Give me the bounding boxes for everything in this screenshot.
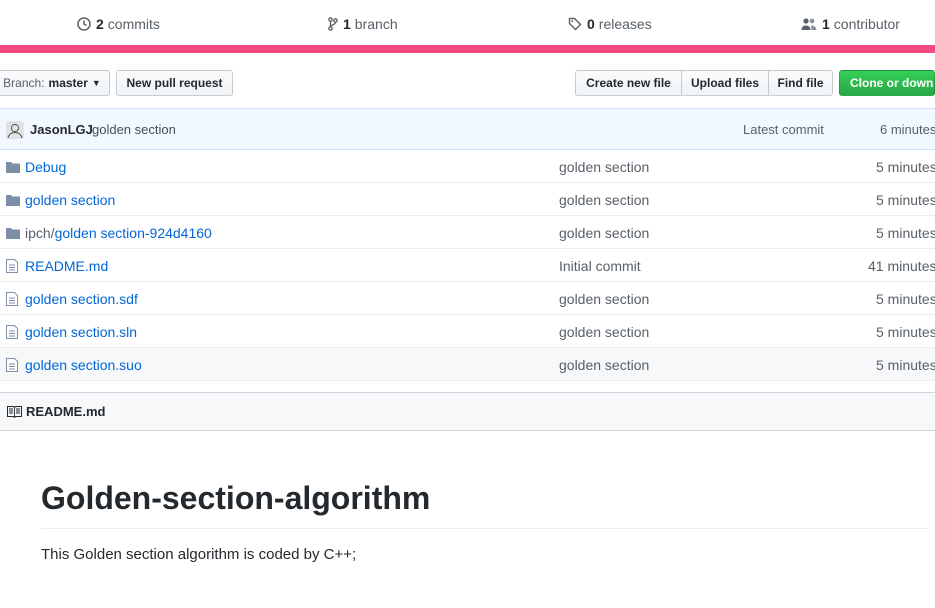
folder-icon — [6, 193, 20, 209]
file-age: 5 minutes ago — [876, 159, 935, 175]
table-row: golden section.suo golden section 5 minu… — [0, 348, 935, 381]
find-file-button[interactable]: Find file — [768, 70, 833, 96]
file-icon — [6, 292, 18, 309]
file-name-link[interactable]: golden section — [25, 192, 115, 208]
file-name-link[interactable]: ipch/golden section-924d4160 — [25, 225, 212, 241]
clone-download-button[interactable]: Clone or download — [839, 70, 935, 96]
readme-header: README.md — [0, 392, 935, 431]
file-name-link[interactable]: Debug — [25, 159, 66, 175]
language-bar — [0, 45, 935, 53]
releases-link[interactable]: 0 releases — [568, 16, 652, 32]
commits-label: commits — [107, 16, 160, 32]
contributors-link[interactable]: 1 contributor — [801, 16, 900, 32]
book-icon — [7, 405, 22, 421]
file-commit-message[interactable]: Initial commit — [559, 258, 641, 274]
commit-author[interactable]: JasonLGJ — [30, 122, 93, 137]
file-age: 5 minutes ago — [876, 291, 935, 307]
avatar[interactable] — [6, 121, 24, 139]
file-age: 5 minutes ago — [876, 192, 935, 208]
commit-age: 6 minutes ago — [880, 122, 935, 137]
branch-select-value: master — [48, 76, 88, 90]
upload-files-button[interactable]: Upload files — [681, 70, 769, 96]
file-age: 5 minutes ago — [876, 357, 935, 373]
branches-label: branch — [354, 16, 398, 32]
releases-label: releases — [598, 16, 652, 32]
contributors-count: 1 — [822, 16, 830, 32]
releases-count: 0 — [587, 16, 595, 32]
caret-down-icon: ▼ — [91, 78, 101, 88]
file-icon — [6, 358, 18, 375]
folder-icon — [6, 226, 20, 242]
file-name-link[interactable]: golden section.sln — [25, 324, 137, 340]
tag-icon — [568, 17, 582, 31]
file-name-link[interactable]: golden section.sdf — [25, 291, 138, 307]
history-icon — [77, 17, 91, 31]
latest-commit-label[interactable]: Latest commit — [743, 122, 824, 137]
repo-summary: 2 commits 1 branch 0 releases 1 contribu… — [0, 0, 935, 45]
file-age: 41 minutes ago — [868, 258, 935, 274]
branches-link[interactable]: 1 branch — [328, 16, 398, 32]
readme-title: README.md — [26, 404, 106, 419]
table-row: README.md Initial commit 41 minutes ago — [0, 249, 935, 282]
latest-commit-bar: JasonLGJ golden section Latest commit 6 … — [0, 108, 935, 150]
file-commit-message[interactable]: golden section — [559, 324, 649, 340]
branch-select-button[interactable]: Branch: master ▼ — [0, 70, 110, 96]
contributors-label: contributor — [833, 16, 900, 32]
file-commit-message[interactable]: golden section — [559, 192, 649, 208]
readme-paragraph: This Golden section algorithm is coded b… — [41, 546, 357, 563]
branches-count: 1 — [343, 16, 351, 32]
file-icon — [6, 325, 18, 342]
file-list: Debug golden section 5 minutes ago golde… — [0, 150, 935, 381]
file-icon — [6, 259, 18, 276]
people-icon — [801, 18, 817, 30]
commits-link[interactable]: 2 commits — [77, 16, 160, 32]
readme-heading: Golden-section-algorithm — [41, 478, 928, 529]
branch-icon — [328, 17, 338, 31]
table-row: ipch/golden section-924d4160 golden sect… — [0, 216, 935, 249]
branch-select-label: Branch: — [3, 76, 45, 90]
file-commit-message[interactable]: golden section — [559, 159, 649, 175]
commits-count: 2 — [96, 16, 104, 32]
file-age: 5 minutes ago — [876, 225, 935, 241]
file-age: 5 minutes ago — [876, 324, 935, 340]
commit-message[interactable]: golden section — [92, 122, 176, 137]
table-row: golden section.sdf golden section 5 minu… — [0, 282, 935, 315]
file-commit-message[interactable]: golden section — [559, 291, 649, 307]
table-row: golden section golden section 5 minutes … — [0, 183, 935, 216]
folder-icon — [6, 160, 20, 176]
table-row: Debug golden section 5 minutes ago — [0, 150, 935, 183]
file-name-link[interactable]: README.md — [25, 258, 108, 274]
file-commit-message[interactable]: golden section — [559, 357, 649, 373]
file-name-link[interactable]: golden section.suo — [25, 357, 142, 373]
file-commit-message[interactable]: golden section — [559, 225, 649, 241]
create-new-file-button[interactable]: Create new file — [575, 70, 682, 96]
table-row: golden section.sln golden section 5 minu… — [0, 315, 935, 348]
new-pull-request-button[interactable]: New pull request — [116, 70, 233, 96]
